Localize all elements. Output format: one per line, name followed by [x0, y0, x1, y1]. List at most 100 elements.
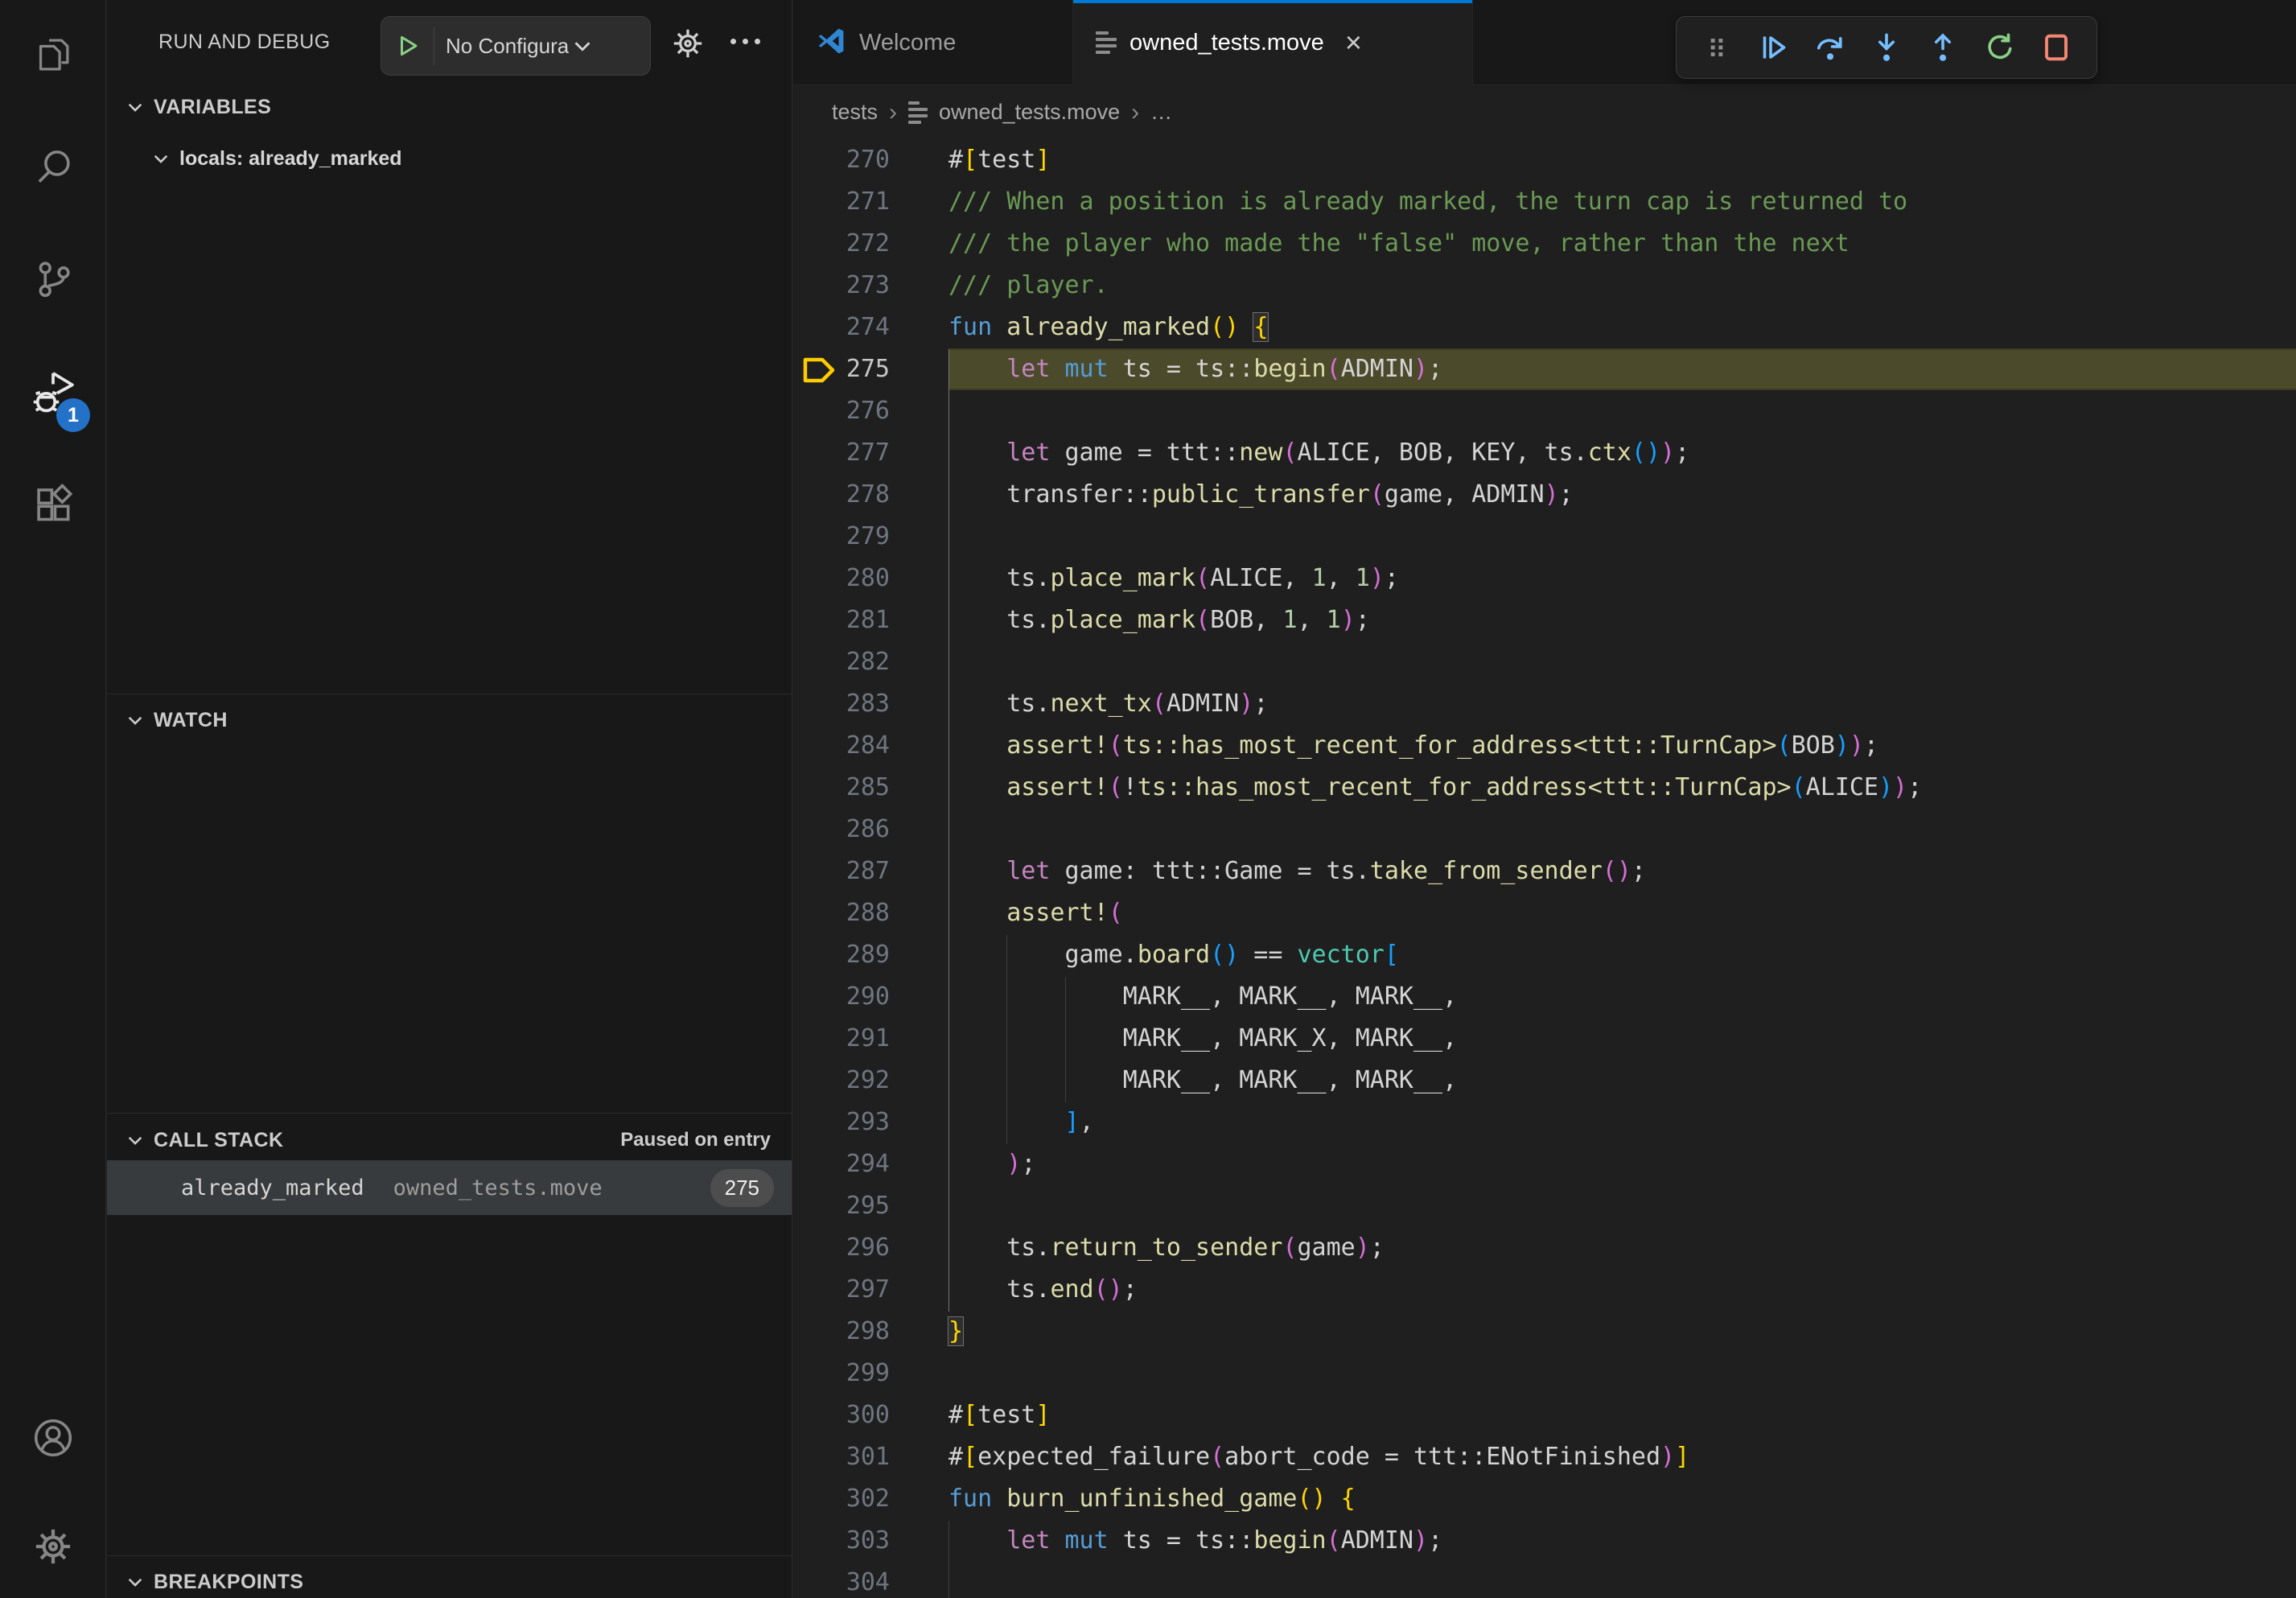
code-line-271[interactable]: 271/// When a position is already marked… [793, 181, 2296, 223]
breadcrumb-item[interactable]: owned_tests.move [939, 100, 1120, 125]
code-line-277[interactable]: 277 let game = ttt::new(ALICE, BOB, KEY,… [793, 432, 2296, 474]
gutter-line-291[interactable]: 291 [793, 1018, 948, 1060]
code-line-296[interactable]: 296 ts.return_to_sender(game); [793, 1227, 2296, 1269]
gutter-line-297[interactable]: 297 [793, 1269, 948, 1311]
code-line-304[interactable]: 304 [793, 1562, 2296, 1598]
call-stack-frame-row[interactable]: already_marked owned_tests.move 275 [107, 1160, 792, 1215]
code-line-290[interactable]: 290 MARK__, MARK__, MARK__, [793, 976, 2296, 1018]
gutter-line-270[interactable]: 270 [793, 139, 948, 181]
gutter-line-283[interactable]: 283 [793, 683, 948, 725]
code-line-270[interactable]: 270#[test] [793, 139, 2296, 181]
code-line-289[interactable]: 289 game.board() == vector[ [793, 934, 2296, 976]
activity-run-and-debug[interactable]: 1 [0, 348, 105, 437]
gutter-line-276[interactable]: 276 [793, 390, 948, 432]
code-line-274[interactable]: 274fun already_marked() { [793, 307, 2296, 348]
debug-settings-gear-icon[interactable] [670, 26, 706, 65]
gutter-line-275[interactable]: 275 [793, 348, 948, 390]
play-icon[interactable] [381, 27, 434, 65]
gutter-line-303[interactable]: 303 [793, 1520, 948, 1562]
gutter-line-301[interactable]: 301 [793, 1436, 948, 1478]
code-line-293[interactable]: 293 ], [793, 1102, 2296, 1143]
gutter-line-302[interactable]: 302 [793, 1478, 948, 1520]
watch-section-header[interactable]: WATCH [107, 700, 792, 740]
code-line-300[interactable]: 300#[test] [793, 1394, 2296, 1436]
variables-scope-row[interactable]: locals: already_marked [107, 138, 792, 179]
gutter-line-299[interactable]: 299 [793, 1353, 948, 1394]
breadcrumb-item[interactable]: tests [832, 100, 878, 125]
tab-welcome[interactable]: Welcome [793, 0, 1073, 85]
gutter-line-304[interactable]: 304 [793, 1562, 948, 1598]
debug-stop-icon[interactable] [2031, 22, 2082, 73]
more-actions-icon[interactable] [730, 39, 760, 44]
code-line-292[interactable]: 292 MARK__, MARK__, MARK__, [793, 1060, 2296, 1102]
gutter-line-292[interactable]: 292 [793, 1060, 948, 1102]
code-line-272[interactable]: 272/// the player who made the "false" m… [793, 223, 2296, 265]
activity-source-control[interactable] [0, 236, 105, 324]
gutter-line-285[interactable]: 285 [793, 767, 948, 809]
code-line-301[interactable]: 301#[expected_failure(abort_code = ttt::… [793, 1436, 2296, 1478]
gutter-line-279[interactable]: 279 [793, 516, 948, 558]
gutter-line-293[interactable]: 293 [793, 1102, 948, 1143]
code-line-288[interactable]: 288 assert!( [793, 892, 2296, 934]
activity-settings[interactable] [0, 1504, 105, 1592]
code-area[interactable]: 270#[test]271/// When a position is alre… [793, 139, 2296, 1598]
gutter-line-294[interactable]: 294 [793, 1143, 948, 1185]
gutter-line-277[interactable]: 277 [793, 432, 948, 474]
gutter-line-284[interactable]: 284 [793, 725, 948, 767]
gutter-line-287[interactable]: 287 [793, 850, 948, 892]
gutter-line-282[interactable]: 282 [793, 641, 948, 683]
gutter-line-296[interactable]: 296 [793, 1227, 948, 1269]
debug-step-into-icon[interactable] [1861, 22, 1912, 73]
variables-section-header[interactable]: VARIABLES [107, 87, 792, 127]
close-icon[interactable]: × [1345, 28, 1362, 57]
debug-continue-icon[interactable] [1747, 22, 1799, 73]
gripper-icon[interactable] [1691, 22, 1743, 73]
debug-step-out-icon[interactable] [1917, 22, 1969, 73]
code-line-275[interactable]: 275 let mut ts = ts::begin(ADMIN); [793, 348, 2296, 390]
code-line-295[interactable]: 295 [793, 1185, 2296, 1227]
tab-owned-tests[interactable]: owned_tests.move × [1073, 0, 1473, 85]
code-line-283[interactable]: 283 ts.next_tx(ADMIN); [793, 683, 2296, 725]
code-line-297[interactable]: 297 ts.end(); [793, 1269, 2296, 1311]
code-line-276[interactable]: 276 [793, 390, 2296, 432]
launch-configuration-dropdown[interactable]: No Configura [381, 16, 651, 76]
code-line-291[interactable]: 291 MARK__, MARK_X, MARK__, [793, 1018, 2296, 1060]
gutter-line-280[interactable]: 280 [793, 558, 948, 599]
gutter-line-288[interactable]: 288 [793, 892, 948, 934]
code-line-303[interactable]: 303 let mut ts = ts::begin(ADMIN); [793, 1520, 2296, 1562]
gutter-line-286[interactable]: 286 [793, 809, 948, 850]
code-line-281[interactable]: 281 ts.place_mark(BOB, 1, 1); [793, 599, 2296, 641]
gutter-line-300[interactable]: 300 [793, 1394, 948, 1436]
breakpoints-section-header[interactable]: BREAKPOINTS [107, 1562, 792, 1598]
code-line-299[interactable]: 299 [793, 1353, 2296, 1394]
code-line-279[interactable]: 279 [793, 516, 2296, 558]
activity-search[interactable] [0, 124, 105, 212]
gutter-line-272[interactable]: 272 [793, 223, 948, 265]
activity-extensions[interactable] [0, 461, 105, 550]
code-line-294[interactable]: 294 ); [793, 1143, 2296, 1185]
gutter-line-271[interactable]: 271 [793, 181, 948, 223]
gutter-line-278[interactable]: 278 [793, 474, 948, 516]
breadcrumb-item[interactable]: … [1150, 100, 1174, 125]
gutter-line-289[interactable]: 289 [793, 934, 948, 976]
code-line-287[interactable]: 287 let game: ttt::Game = ts.take_from_s… [793, 850, 2296, 892]
code-line-302[interactable]: 302fun burn_unfinished_game() { [793, 1478, 2296, 1520]
gutter-line-295[interactable]: 295 [793, 1185, 948, 1227]
gutter-line-274[interactable]: 274 [793, 307, 948, 348]
activity-explorer[interactable] [0, 12, 105, 101]
code-line-273[interactable]: 273/// player. [793, 265, 2296, 307]
activity-account[interactable] [0, 1395, 105, 1484]
code-line-285[interactable]: 285 assert!(!ts::has_most_recent_for_add… [793, 767, 2296, 809]
gutter-line-290[interactable]: 290 [793, 976, 948, 1018]
code-line-286[interactable]: 286 [793, 809, 2296, 850]
call-stack-section-header[interactable]: CALL STACK Paused on entry [107, 1120, 792, 1160]
gutter-line-298[interactable]: 298 [793, 1311, 948, 1353]
code-line-282[interactable]: 282 [793, 641, 2296, 683]
code-line-278[interactable]: 278 transfer::public_transfer(game, ADMI… [793, 474, 2296, 516]
debug-step-over-icon[interactable] [1804, 22, 1856, 73]
code-line-284[interactable]: 284 assert!(ts::has_most_recent_for_addr… [793, 725, 2296, 767]
debug-restart-icon[interactable] [1974, 22, 2026, 73]
gutter-line-273[interactable]: 273 [793, 265, 948, 307]
code-line-280[interactable]: 280 ts.place_mark(ALICE, 1, 1); [793, 558, 2296, 599]
code-line-298[interactable]: 298} [793, 1311, 2296, 1353]
